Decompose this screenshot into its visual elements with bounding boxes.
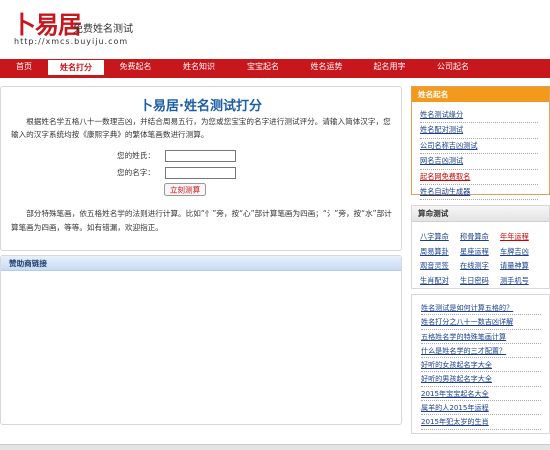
- nav-item-name-score[interactable]: 姓名打分: [48, 59, 104, 75]
- article-link[interactable]: 五格姓名学的特殊笔画计算: [421, 330, 541, 344]
- surname-input[interactable]: [165, 149, 236, 162]
- site-header: 卜易居 免费姓名测试 http://xmcs.buyiju.com: [0, 0, 550, 57]
- site-url: http://xmcs.buyiju.com: [14, 37, 129, 46]
- nav-item-name-knowledge[interactable]: 姓名知识: [167, 59, 231, 75]
- article-link[interactable]: 什么是姓名学的三才配置？: [421, 344, 541, 359]
- site-logo[interactable]: 卜易居: [12, 12, 82, 38]
- given-name-row: 您的名字：: [117, 166, 236, 179]
- nav-item-name-fortune[interactable]: 姓名运势: [295, 59, 358, 75]
- fortune-link[interactable]: 生日密码: [460, 274, 500, 288]
- article-link[interactable]: 2015年犯太岁的生肖: [421, 415, 541, 430]
- sponsor-heading: 赞助商链接: [1, 256, 401, 271]
- article-link[interactable]: 姓名测试是如何计算五格的？: [421, 301, 541, 316]
- article-link[interactable]: 好听的女孩起名字大全: [421, 358, 541, 373]
- intro-text: 根据姓名学五格八十一数理吉凶，并结合周易五行，为您或您宝宝的名字进行测试评分。请…: [11, 117, 391, 139]
- naming-link[interactable]: 姓名测试缘分: [420, 108, 538, 124]
- articles-panel: 姓名测试是如何计算五格的？ 姓名打分之八十一数吉凶详解 五格姓名学的特殊笔画计算…: [411, 294, 550, 434]
- fortune-link-highlight[interactable]: 年年运程: [500, 230, 540, 244]
- fortune-link[interactable]: 测手机号: [500, 274, 540, 288]
- name-test-panel: 卜易居·姓名测试打分 根据姓名学五格八十一数理吉凶，并结合周易五行，为您或您宝宝…: [0, 86, 402, 251]
- nav-item-baby-naming[interactable]: 宝宝起名: [231, 59, 295, 75]
- article-link[interactable]: 姓名打分之八十一数吉凶详解: [421, 315, 541, 330]
- main-nav: 首页 姓名打分 免费起名 姓名知识 宝宝起名 姓名运势 起名用字 公司起名: [0, 59, 550, 75]
- footer-bar: [0, 444, 550, 450]
- naming-link[interactable]: 姓名配对测试: [420, 123, 538, 139]
- fortune-link[interactable]: 八字算命: [420, 230, 460, 244]
- nav-item-company-naming[interactable]: 公司起名: [421, 59, 485, 75]
- naming-link[interactable]: 网名吉凶测试: [420, 154, 538, 170]
- article-link[interactable]: 2015年宝宝起名大全: [421, 387, 541, 402]
- naming-link[interactable]: 公司名称吉凶测试: [420, 139, 538, 155]
- articles-list: 姓名测试是如何计算五格的？ 姓名打分之八十一数吉凶详解 五格姓名学的特殊笔画计算…: [421, 301, 541, 430]
- submit-button-label: 立刻测算: [170, 185, 201, 195]
- fortune-link[interactable]: 称骨算命: [460, 230, 500, 244]
- given-name-input[interactable]: [165, 166, 236, 179]
- fortune-link[interactable]: 生肖配对: [420, 274, 460, 288]
- surname-label: 您的姓氏：: [117, 151, 155, 160]
- fortune-link[interactable]: 周易算卦: [420, 245, 460, 259]
- fortune-panel: 算命测试 八字算命 称骨算命 年年运程 周易算卦 星座运程 车牌吉凶 观音灵签 …: [411, 205, 550, 289]
- fortune-link[interactable]: 观音灵签: [420, 259, 460, 273]
- stroke-note: 部分特殊笔画，依五格姓名学的法则进行计算。比如“忄”旁，按“心”部计算笔画为四画…: [11, 209, 392, 232]
- site-subtitle: 免费姓名测试: [73, 24, 133, 35]
- sponsor-panel: 赞助商链接: [0, 255, 402, 425]
- nav-divider: [0, 75, 550, 78]
- nav-item-free-naming[interactable]: 免费起名: [104, 59, 167, 75]
- submit-button[interactable]: 立刻测算: [164, 183, 206, 196]
- surname-row: 您的姓氏：: [117, 149, 236, 162]
- fortune-heading: 算命测试: [412, 206, 549, 222]
- nav-item-home[interactable]: 首页: [0, 59, 48, 75]
- naming-list: 姓名测试缘分 姓名配对测试 公司名称吉凶测试 网名吉凶测试 起名网免费取名 姓名…: [420, 108, 538, 201]
- article-link[interactable]: 属羊的人2015年运程: [421, 401, 541, 416]
- naming-heading: 姓名起名: [412, 87, 549, 102]
- article-link[interactable]: 好听的男孩起名字大全: [421, 372, 541, 387]
- fortune-link[interactable]: 请量神算: [500, 259, 540, 273]
- naming-panel: 姓名起名 姓名测试缘分 姓名配对测试 公司名称吉凶测试 网名吉凶测试 起名网免费…: [411, 86, 550, 201]
- nav-item-naming-characters[interactable]: 起名用字: [358, 59, 421, 75]
- fortune-link[interactable]: 星座运程: [460, 245, 500, 259]
- fortune-link[interactable]: 在线测字: [460, 259, 500, 273]
- naming-link-highlight[interactable]: 起名网免费取名: [420, 170, 538, 186]
- given-name-label: 您的名字：: [117, 168, 155, 177]
- fortune-grid: 八字算命 称骨算命 年年运程 周易算卦 星座运程 车牌吉凶 观音灵签 在线测字 …: [420, 230, 540, 287]
- fortune-link[interactable]: 车牌吉凶: [500, 245, 540, 259]
- page-title: 卜易居·姓名测试打分: [140, 99, 262, 114]
- naming-link[interactable]: 姓名自动生成器: [420, 185, 538, 201]
